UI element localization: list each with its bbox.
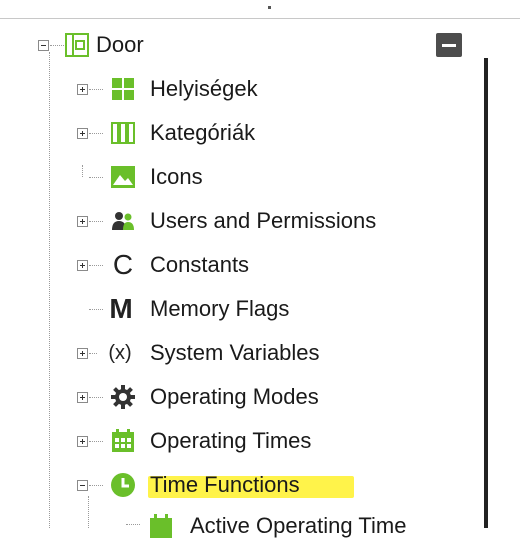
expand-expander[interactable] bbox=[77, 84, 88, 95]
tree-node-label: Memory Flags bbox=[150, 296, 290, 321]
tree-node-label: Icons bbox=[150, 164, 203, 189]
tree-branch-line bbox=[89, 221, 103, 222]
tree-node-time-functions[interactable]: Time Functions bbox=[150, 465, 300, 505]
collapse-expander[interactable] bbox=[38, 40, 49, 51]
tree-guide-line bbox=[88, 496, 89, 528]
tree-branch-line bbox=[89, 89, 103, 90]
image-icon bbox=[110, 164, 136, 190]
tree-node-label: Kategóriák bbox=[150, 120, 256, 145]
collapse-expander[interactable] bbox=[77, 480, 88, 491]
tree-node-label: Active Operating Time bbox=[190, 513, 407, 538]
gear-icon bbox=[110, 384, 136, 410]
categories-icon bbox=[110, 120, 136, 146]
memory-flag-icon: M bbox=[109, 293, 133, 324]
rooms-grid-icon bbox=[110, 76, 136, 102]
tree-branch-line bbox=[89, 177, 103, 178]
constant-icon: C bbox=[112, 249, 134, 280]
tree-node-constants[interactable]: Constants bbox=[150, 245, 249, 285]
scrollbar[interactable] bbox=[484, 58, 488, 528]
expand-expander[interactable] bbox=[77, 216, 88, 227]
tree-node-operating-times[interactable]: Operating Times bbox=[150, 421, 311, 461]
tree-node-label: Helyiségek bbox=[150, 76, 258, 101]
tree-node-icons[interactable]: Icons bbox=[150, 157, 203, 197]
calendar-icon bbox=[110, 428, 136, 454]
calendar-icon bbox=[148, 512, 174, 538]
tree-branch-line bbox=[89, 353, 97, 354]
tree-node-kategoriak[interactable]: Kategóriák bbox=[150, 113, 255, 153]
tree-node-memory-flags[interactable]: Memory Flags bbox=[150, 289, 289, 329]
tree-node-label: Door bbox=[96, 32, 144, 57]
tree-node-system-variables[interactable]: System Variables bbox=[150, 333, 320, 373]
tree-branch-line bbox=[89, 485, 103, 486]
clock-icon bbox=[110, 472, 136, 498]
expand-expander[interactable] bbox=[77, 260, 88, 271]
tree-node-label: Users and Permissions bbox=[150, 208, 377, 233]
tree-node-users-permissions[interactable]: Users and Permissions bbox=[150, 201, 376, 241]
tree-guide-line bbox=[82, 165, 83, 177]
tree-branch-line bbox=[89, 133, 103, 134]
tree-branch-line bbox=[89, 265, 103, 266]
door-module-icon bbox=[64, 32, 90, 58]
tree-branch-line bbox=[126, 524, 140, 525]
expand-expander[interactable] bbox=[77, 128, 88, 139]
tree-node-label: Time Functions bbox=[150, 472, 300, 497]
tree-node-operating-modes[interactable]: Operating Modes bbox=[150, 377, 319, 417]
expand-expander[interactable] bbox=[77, 436, 88, 447]
tree-branch-line bbox=[89, 441, 103, 442]
expand-expander[interactable] bbox=[77, 392, 88, 403]
tree-node-active-operating-time[interactable]: Active Operating Time bbox=[190, 506, 406, 546]
tree-guide-line bbox=[49, 52, 50, 528]
variable-icon: (x) bbox=[108, 342, 132, 364]
tree-branch-line bbox=[50, 45, 64, 46]
tree-node-door[interactable]: Door bbox=[96, 25, 144, 65]
users-icon bbox=[110, 208, 136, 234]
tree-node-label: System Variables bbox=[150, 340, 320, 365]
tree-node-label: Constants bbox=[150, 252, 250, 277]
tree-branch-line bbox=[89, 397, 103, 398]
tree-node-label: Operating Modes bbox=[150, 384, 319, 409]
tree-node-label: Operating Times bbox=[150, 428, 312, 453]
tree-branch-line bbox=[89, 309, 103, 310]
collapse-all-button[interactable] bbox=[436, 33, 462, 57]
expand-expander[interactable] bbox=[77, 348, 88, 359]
tree-node-helyisegek[interactable]: Helyiségek bbox=[150, 69, 258, 109]
project-tree: Door Helyiségek Kategóriák Icons Users a… bbox=[0, 0, 520, 538]
